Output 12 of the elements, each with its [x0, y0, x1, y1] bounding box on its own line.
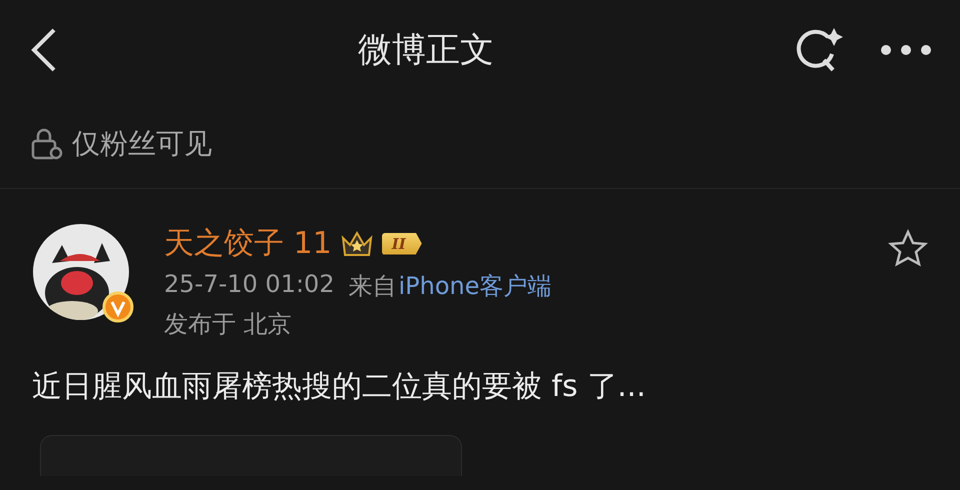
- source-prefix: 来自: [348, 271, 396, 302]
- page-title: 微博正文: [358, 29, 494, 72]
- source-link[interactable]: iPhone客户端: [398, 270, 552, 302]
- crown-icon: [340, 230, 374, 258]
- post-location: 发布于 北京: [164, 309, 293, 340]
- level-badge: II: [382, 232, 422, 254]
- post-text: 近日腥风血雨屠榜热搜的二位真的要被 fs 了...: [31, 368, 647, 406]
- visibility-label: 仅粉丝可见: [72, 126, 212, 162]
- post-time: 25-7-10 01:02: [164, 270, 334, 300]
- author-name[interactable]: 天之饺子 11: [164, 223, 332, 264]
- more-icon[interactable]: [880, 44, 932, 56]
- lock-icon: [30, 127, 64, 161]
